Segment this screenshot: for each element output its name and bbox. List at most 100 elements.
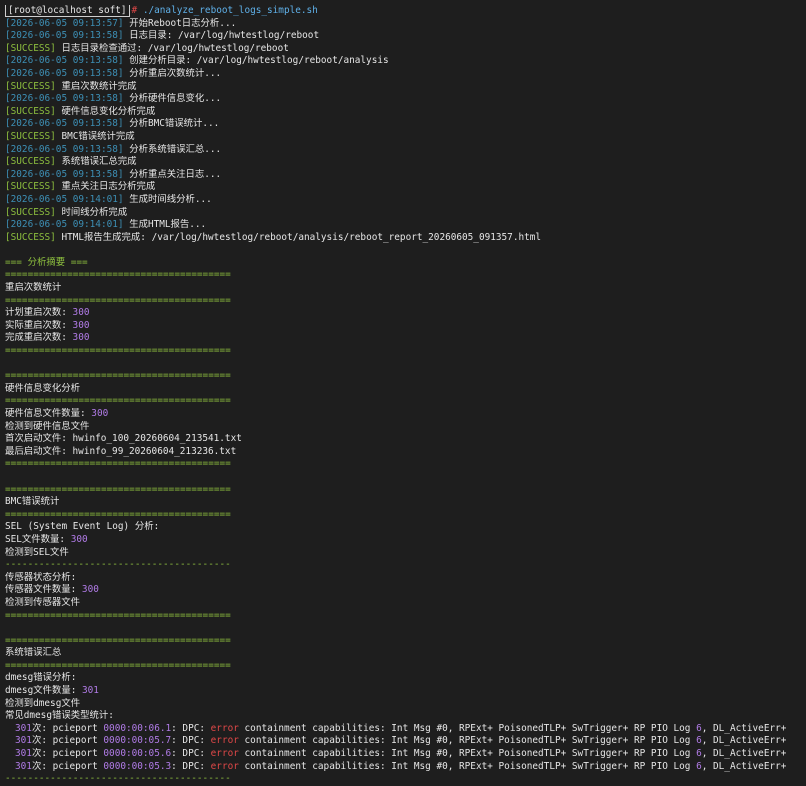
timestamp-tag: [2026-06-05 09:13:58] (5, 168, 124, 180)
rule-eq: ======================================== (5, 634, 231, 646)
log-message: 生成时间线分析... (129, 193, 212, 205)
log-message: 分析系统错误汇总... (129, 143, 222, 155)
success-tag: [SUCCESS] (5, 130, 56, 142)
rule-dash: ---------------------------------------- (5, 773, 231, 785)
rule-eq: ======================================== (5, 345, 231, 357)
log-line: [2026-06-05 09:14:01] 生成HTML报告... (5, 219, 806, 232)
pci-address: 0000:00:05.6 (103, 748, 172, 760)
timestamp-tag: [2026-06-05 09:13:58] (5, 55, 124, 67)
hw-title: 硬件信息变化分析 (5, 382, 81, 394)
prompt-line: [root@localhost soft] # ./analyze_reboot_… (5, 5, 806, 18)
pci-address: 0000:00:05.7 (103, 735, 172, 747)
log-line: [SUCCESS] 重启次数统计完成 (5, 81, 806, 94)
timestamp-tag: [2026-06-05 09:13:58] (5, 93, 124, 105)
error-prefix: : DPC: (171, 735, 211, 747)
error-prefix: : DPC: (171, 722, 211, 734)
prompt-user-host: [root@localhost soft] (5, 5, 130, 17)
log-message: 分析重启次数统计... (129, 67, 222, 79)
error-detail: containment capabilities: Int Msg #0, RP… (238, 748, 697, 760)
error-detail: containment capabilities: Int Msg #0, RP… (238, 722, 697, 734)
log-message: 重启次数统计完成 (61, 80, 137, 92)
log-line: [2026-06-05 09:13:57] 开始Reboot日志分析... (5, 18, 806, 31)
log-message: 开始Reboot日志分析... (129, 17, 237, 29)
summary-header: === 分析摘要 === (5, 256, 88, 268)
log-line: [SUCCESS] 重点关注日志分析完成 (5, 181, 806, 194)
sys-dmesg-title: dmesg错误分析: (5, 672, 77, 684)
error-keyword: error (210, 760, 239, 772)
timestamp-tag: [2026-06-05 09:13:58] (5, 67, 124, 79)
rule-dash: ---------------------------------------- (5, 559, 231, 571)
bmc-sel-title: SEL (System Event Log) 分析: (5, 521, 160, 533)
rule-eq: ======================================== (5, 458, 231, 470)
success-tag: [SUCCESS] (5, 206, 56, 218)
error-tail: , DL_ActiveErr+ (701, 735, 787, 747)
reboot-actual: 实际重启次数: 300 (5, 319, 90, 331)
log-message: 分析硬件信息变化... (129, 93, 222, 105)
error-detail: containment capabilities: Int Msg #0, RP… (238, 760, 697, 772)
log-output: [2026-06-05 09:13:57] 开始Reboot日志分析... [20… (5, 18, 806, 245)
error-type-line: 301次: pcieport 0000:00:05.7: DPC: error … (5, 735, 806, 748)
error-keyword: error (210, 748, 239, 760)
error-count: 301 (15, 748, 32, 760)
pci-address: 0000:00:06.1 (103, 722, 172, 734)
rule-eq: ======================================== (5, 483, 231, 495)
log-line: [2026-06-05 09:13:58] 分析重启次数统计... (5, 68, 806, 81)
log-line: [SUCCESS] 时间线分析完成 (5, 207, 806, 220)
log-line: [2026-06-05 09:13:58] 创建分析目录: /var/log/h… (5, 55, 806, 68)
rule-eq: ======================================== (5, 269, 231, 281)
error-count: 301 (15, 760, 32, 772)
log-message: BMC错误统计完成 (61, 130, 135, 142)
error-tail: , DL_ActiveErr+ (701, 748, 787, 760)
bmc-sel-detected: 检测到SEL文件 (5, 546, 69, 558)
success-tag: [SUCCESS] (5, 231, 56, 243)
error-device: 次: pcieport (31, 748, 104, 760)
sys-title: 系统错误汇总 (5, 647, 62, 659)
log-line: [SUCCESS] BMC错误统计完成 (5, 131, 806, 144)
success-tag: [SUCCESS] (5, 181, 56, 193)
error-prefix: : DPC: (171, 760, 211, 772)
rule-eq: ======================================== (5, 370, 231, 382)
log-message: 创建分析目录: /var/log/hwtestlog/reboot/analys… (129, 55, 389, 67)
error-keyword: error (210, 722, 239, 734)
log-message: 分析重点关注日志... (129, 168, 222, 180)
rule-eq: ======================================== (5, 508, 231, 520)
command-text: ./analyze_reboot_logs_simple.sh (142, 5, 318, 16)
timestamp-tag: [2026-06-05 09:13:58] (5, 30, 124, 42)
log-line: [SUCCESS] 系统错误汇总完成 (5, 156, 806, 169)
bmc-sel-count: SEL文件数量: 300 (5, 533, 88, 545)
log-message: 重点关注日志分析完成 (61, 181, 156, 193)
error-tail: , DL_ActiveErr+ (701, 760, 787, 772)
error-type-line: 301次: pcieport 0000:00:05.3: DPC: error … (5, 761, 806, 774)
sys-dmesg-detected: 检测到dmesg文件 (5, 697, 81, 709)
pci-address: 0000:00:05.3 (103, 760, 172, 772)
log-message: 生成HTML报告... (129, 219, 207, 231)
rule-eq: ======================================== (5, 659, 231, 671)
hw-first: 首次启动文件: hwinfo_100_20260604_213541.txt (5, 433, 242, 445)
error-count: 301 (15, 722, 32, 734)
error-type-line: 301次: pcieport 0000:00:06.1: DPC: error … (5, 723, 806, 736)
prompt-hash: # (131, 5, 138, 16)
timestamp-tag: [2026-06-05 09:14:01] (5, 193, 124, 205)
terminal-window[interactable]: [root@localhost soft] # ./analyze_reboot_… (0, 0, 806, 785)
error-type-list: 301次: pcieport 0000:00:06.1: DPC: error … (5, 723, 806, 773)
error-device: 次: pcieport (31, 722, 104, 734)
reboot-title: 重启次数统计 (5, 282, 62, 294)
error-device: 次: pcieport (31, 735, 104, 747)
log-line: [2026-06-05 09:14:01] 生成时间线分析... (5, 194, 806, 207)
hw-last: 最后启动文件: hwinfo_99_20260604_213236.txt (5, 445, 237, 457)
log-line: [2026-06-05 09:13:58] 分析硬件信息变化... (5, 93, 806, 106)
sys-types-title: 常见dmesg错误类型统计: (5, 710, 114, 722)
log-message: 硬件信息变化分析完成 (61, 105, 156, 117)
log-message: 时间线分析完成 (61, 206, 128, 218)
error-type-line: 301次: pcieport 0000:00:05.6: DPC: error … (5, 748, 806, 761)
log-line: [SUCCESS] 日志目录检查通过: /var/log/hwtestlog/r… (5, 43, 806, 56)
log-message: 系统错误汇总完成 (61, 156, 137, 168)
success-tag: [SUCCESS] (5, 105, 56, 117)
log-line: [2026-06-05 09:13:58] 分析BMC错误统计... (5, 118, 806, 131)
timestamp-tag: [2026-06-05 09:13:57] (5, 17, 124, 29)
error-detail: containment capabilities: Int Msg #0, RP… (238, 735, 697, 747)
